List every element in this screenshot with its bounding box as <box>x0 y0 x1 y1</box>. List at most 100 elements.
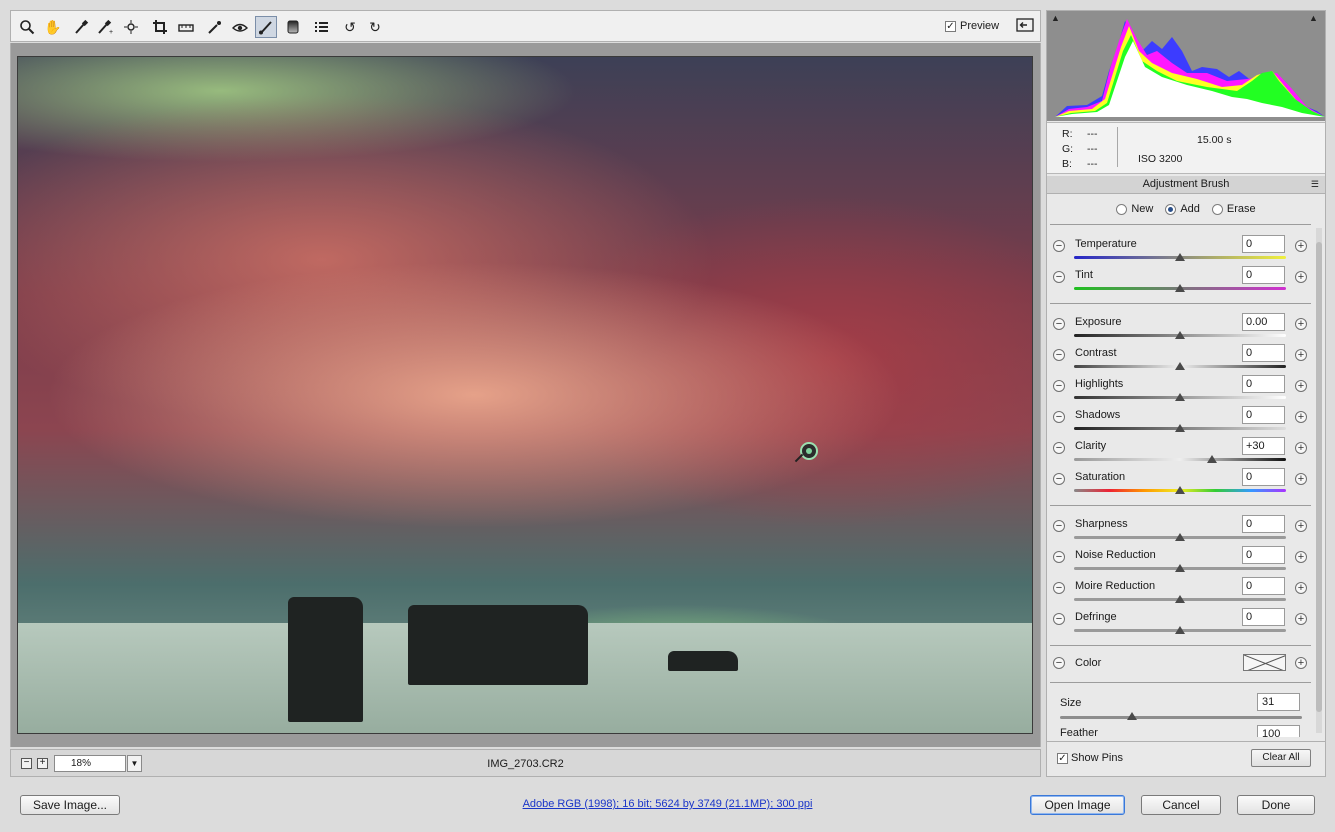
preferences-icon[interactable] <box>311 17 331 37</box>
contrast-plus-button[interactable]: + <box>1295 349 1307 361</box>
noise-reduction-minus-button[interactable]: − <box>1053 551 1065 563</box>
noise-reduction-slider-thumb[interactable] <box>1175 564 1185 572</box>
scrollbar-thumb[interactable] <box>1316 242 1322 712</box>
highlights-slider-thumb[interactable] <box>1175 393 1185 401</box>
contrast-minus-button[interactable]: − <box>1053 349 1065 361</box>
sharpness-value-field[interactable]: 0 <box>1242 515 1285 533</box>
preview-image[interactable] <box>17 56 1033 734</box>
red-eye-icon[interactable] <box>230 17 250 37</box>
preview-checkbox[interactable]: ✓ <box>945 20 956 32</box>
sharpness-minus-button[interactable]: − <box>1053 520 1065 532</box>
shadows-value-field[interactable]: 0 <box>1242 406 1285 424</box>
adjustment-brush-icon[interactable] <box>255 16 277 38</box>
clarity-slider-track[interactable] <box>1074 458 1286 461</box>
shadows-slider-thumb[interactable] <box>1175 424 1185 432</box>
rotate-ccw-icon[interactable]: ↺ <box>340 17 360 37</box>
exposure-value-field[interactable]: 0.00 <box>1242 313 1285 331</box>
histogram-graph <box>1047 11 1325 121</box>
zoom-tool-icon[interactable] <box>17 17 37 37</box>
contrast-slider-thumb[interactable] <box>1175 362 1185 370</box>
color-swatch[interactable] <box>1243 654 1286 671</box>
saturation-value-field[interactable]: 0 <box>1242 468 1285 486</box>
mode-erase[interactable]: Erase <box>1211 203 1256 215</box>
saturation-minus-button[interactable]: − <box>1053 473 1065 485</box>
rotate-cw-icon[interactable]: ↻ <box>365 17 385 37</box>
cancel-button[interactable]: Cancel <box>1141 795 1221 815</box>
targeted-adjustment-icon[interactable] <box>122 17 142 37</box>
clarity-value-field[interactable]: +30 <box>1242 437 1285 455</box>
size-slider-track[interactable] <box>1060 716 1302 719</box>
clarity-plus-button[interactable]: + <box>1295 442 1307 454</box>
size-label: Size <box>1060 697 1082 709</box>
moire-reduction-value-field[interactable]: 0 <box>1242 577 1285 595</box>
contrast-value-field[interactable]: 0 <box>1242 344 1285 362</box>
open-image-button[interactable]: Open Image <box>1030 795 1125 815</box>
panel-scrollbar[interactable] <box>1316 228 1322 733</box>
hand-tool-icon[interactable]: ✋ <box>43 17 63 37</box>
shadows-minus-button[interactable]: − <box>1053 411 1065 423</box>
shadows-plus-button[interactable]: + <box>1295 411 1307 423</box>
moire-reduction-plus-button[interactable]: + <box>1295 582 1307 594</box>
show-pins-checkbox[interactable]: ✓ <box>1057 752 1068 764</box>
exposure-slider-thumb[interactable] <box>1175 331 1185 339</box>
exposure-plus-button[interactable]: + <box>1295 318 1307 330</box>
clarity-slider-thumb[interactable] <box>1207 455 1217 463</box>
adjustment-pin[interactable] <box>800 442 818 460</box>
crop-icon[interactable] <box>150 17 170 37</box>
tint-minus-button[interactable]: − <box>1053 271 1065 283</box>
color-label: Color <box>1075 657 1102 669</box>
radio-new[interactable] <box>1116 203 1128 215</box>
graduated-filter-icon[interactable] <box>283 17 303 37</box>
toggle-fullscreen-icon[interactable] <box>1015 17 1035 37</box>
sharpness-plus-button[interactable]: + <box>1295 520 1307 532</box>
done-button[interactable]: Done <box>1237 795 1315 815</box>
clear-all-button[interactable]: Clear All <box>1251 749 1311 767</box>
saturation-plus-button[interactable]: + <box>1295 473 1307 485</box>
radio-erase[interactable] <box>1211 203 1223 215</box>
temperature-slider-thumb[interactable] <box>1175 253 1185 261</box>
spot-removal-icon[interactable] <box>205 17 225 37</box>
panel-menu-icon[interactable]: ☰ <box>1311 176 1319 193</box>
defringe-plus-button[interactable]: + <box>1295 613 1307 625</box>
tint-value-field[interactable]: 0 <box>1242 266 1285 284</box>
saturation-slider-thumb[interactable] <box>1175 486 1185 494</box>
temperature-minus-button[interactable]: − <box>1053 240 1065 252</box>
noise-reduction-plus-button[interactable]: + <box>1295 551 1307 563</box>
radio-add[interactable] <box>1165 203 1177 215</box>
straighten-icon[interactable] <box>176 17 196 37</box>
moire-reduction-minus-button[interactable]: − <box>1053 582 1065 594</box>
temperature-value-field[interactable]: 0 <box>1242 235 1285 253</box>
mode-add[interactable]: Add <box>1165 203 1200 215</box>
panel-title-text: Adjustment Brush <box>1142 178 1230 190</box>
exposure-minus-button[interactable]: − <box>1053 318 1065 330</box>
highlights-minus-button[interactable]: − <box>1053 380 1065 392</box>
clarity-label: Clarity <box>1075 440 1107 452</box>
tint-plus-button[interactable]: + <box>1295 271 1307 283</box>
workflow-options-text[interactable]: Adobe RGB (1998); 16 bit; 5624 by 3749 (… <box>523 798 813 810</box>
temperature-plus-button[interactable]: + <box>1295 240 1307 252</box>
defringe-value-field[interactable]: 0 <box>1242 608 1285 626</box>
size-value-field[interactable]: 31 <box>1257 693 1300 711</box>
sharpness-slider-thumb[interactable] <box>1175 533 1185 541</box>
shadow-clipping-warning-icon[interactable]: ▲ <box>1051 13 1063 23</box>
toolbar: ✋ + ↺ ↻ ✓ Preview <box>10 10 1041 42</box>
noise-reduction-value-field[interactable]: 0 <box>1242 546 1285 564</box>
moire-reduction-slider-thumb[interactable] <box>1175 595 1185 603</box>
color-minus-button[interactable]: − <box>1053 657 1065 669</box>
highlights-plus-button[interactable]: + <box>1295 380 1307 392</box>
preview-toggle[interactable]: ✓ Preview <box>945 20 999 32</box>
workflow-options-link[interactable]: Adobe RGB (1998); 16 bit; 5624 by 3749 (… <box>0 798 1335 810</box>
show-pins-toggle[interactable]: ✓ Show Pins <box>1057 752 1123 764</box>
mode-new[interactable]: New <box>1116 203 1153 215</box>
highlight-clipping-warning-icon[interactable]: ▲ <box>1309 13 1321 23</box>
defringe-minus-button[interactable]: − <box>1053 613 1065 625</box>
white-balance-icon[interactable] <box>71 17 91 37</box>
tint-slider-thumb[interactable] <box>1175 284 1185 292</box>
color-sampler-icon[interactable]: + <box>95 17 115 37</box>
feather-value-field[interactable]: 100 <box>1257 725 1300 737</box>
clarity-minus-button[interactable]: − <box>1053 442 1065 454</box>
size-slider-thumb[interactable] <box>1127 712 1137 720</box>
highlights-value-field[interactable]: 0 <box>1242 375 1285 393</box>
defringe-slider-thumb[interactable] <box>1175 626 1185 634</box>
color-plus-button[interactable]: + <box>1295 657 1307 669</box>
